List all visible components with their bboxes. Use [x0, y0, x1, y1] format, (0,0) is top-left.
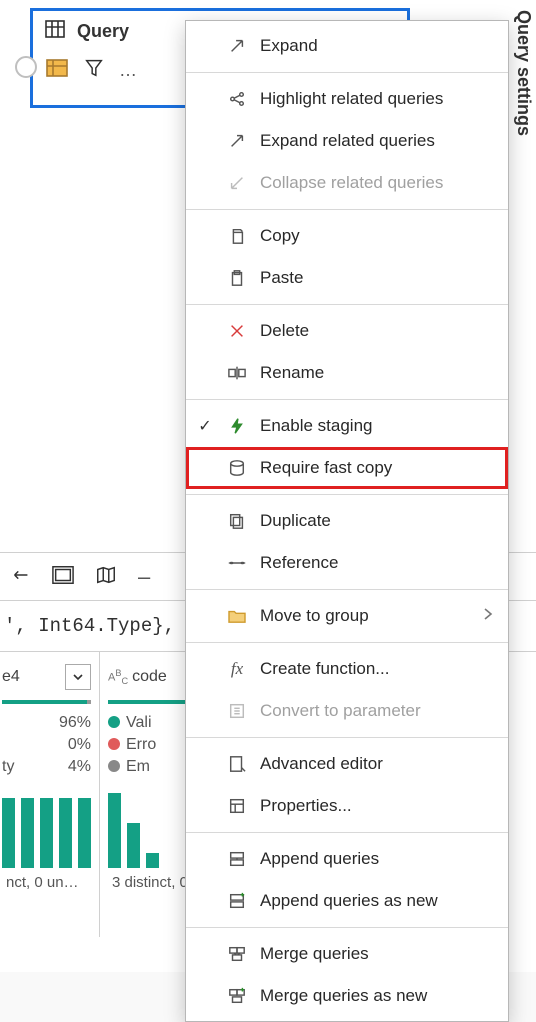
- connector-point[interactable]: [15, 56, 37, 78]
- menu-expand-related-label: Expand related queries: [260, 131, 435, 151]
- rename-icon: [226, 364, 248, 382]
- menu-advanced-editor-label: Advanced editor: [260, 754, 383, 774]
- menu-merge-queries-new[interactable]: Merge queries as new: [186, 975, 508, 1017]
- menu-paste[interactable]: Paste: [186, 257, 508, 299]
- column-header-1: e4: [2, 668, 20, 686]
- table-small-icon: [45, 58, 69, 82]
- menu-rename-label: Rename: [260, 363, 324, 383]
- append-icon: [226, 850, 248, 868]
- col1-ty-lbl: ty: [2, 758, 14, 776]
- expand-out-icon: [226, 132, 248, 150]
- menu-require-fast-copy-label: Require fast copy: [260, 458, 392, 478]
- col1-footer: nct, 0 un…: [2, 868, 91, 901]
- menu-highlight-related[interactable]: Highlight related queries: [186, 78, 508, 120]
- parameter-icon: [226, 702, 248, 720]
- query-node-more[interactable]: …: [119, 60, 137, 81]
- menu-convert-to-parameter: Convert to parameter: [186, 690, 508, 732]
- col2-valid: Vali: [126, 714, 152, 731]
- editor-icon: [226, 755, 248, 773]
- funnel-icon[interactable]: [83, 57, 105, 83]
- col1-ty-pct: 4%: [68, 758, 91, 776]
- menu-paste-label: Paste: [260, 268, 303, 288]
- menu-enable-staging-label: Enable staging: [260, 416, 372, 436]
- check-icon: ✓: [196, 416, 214, 436]
- zoom-out[interactable]: –: [138, 564, 150, 590]
- menu-collapse-related: Collapse related queries: [186, 162, 508, 204]
- database-icon: [226, 459, 248, 477]
- fit-icon[interactable]: [52, 564, 74, 590]
- menu-copy-label: Copy: [260, 226, 300, 246]
- menu-reference-label: Reference: [260, 553, 338, 573]
- map-icon[interactable]: [94, 564, 118, 590]
- menu-merge-queries-new-label: Merge queries as new: [260, 986, 427, 1006]
- merge-new-icon: [226, 987, 248, 1005]
- menu-delete[interactable]: Delete: [186, 310, 508, 352]
- menu-duplicate[interactable]: Duplicate: [186, 500, 508, 542]
- menu-collapse-related-label: Collapse related queries: [260, 173, 443, 193]
- menu-append-queries[interactable]: Append queries: [186, 838, 508, 880]
- menu-advanced-editor[interactable]: Advanced editor: [186, 743, 508, 785]
- nav-icon[interactable]: [10, 564, 32, 590]
- menu-move-to-group[interactable]: Move to group: [186, 595, 508, 637]
- menu-append-queries-new[interactable]: Append queries as new: [186, 880, 508, 922]
- menu-copy[interactable]: Copy: [186, 215, 508, 257]
- menu-highlight-related-label: Highlight related queries: [260, 89, 443, 109]
- menu-merge-queries-label: Merge queries: [260, 944, 369, 964]
- menu-expand-label: Expand: [260, 36, 318, 56]
- abc-type-icon: ABC: [108, 668, 128, 686]
- menu-append-queries-label: Append queries: [260, 849, 379, 869]
- menu-move-to-group-label: Move to group: [260, 606, 369, 626]
- menu-create-function-label: Create function...: [260, 659, 389, 679]
- delete-icon: [226, 322, 248, 340]
- menu-properties[interactable]: Properties...: [186, 785, 508, 827]
- menu-delete-label: Delete: [260, 321, 309, 341]
- menu-require-fast-copy[interactable]: Require fast copy: [186, 447, 508, 489]
- copy-icon: [226, 227, 248, 245]
- menu-enable-staging[interactable]: ✓ Enable staging: [186, 405, 508, 447]
- col1-valid-pct: 96%: [59, 714, 91, 732]
- append-new-icon: [226, 892, 248, 910]
- menu-expand-related[interactable]: Expand related queries: [186, 120, 508, 162]
- menu-properties-label: Properties...: [260, 796, 352, 816]
- col1-zero: 0%: [68, 736, 91, 754]
- column-dropdown-1[interactable]: [65, 664, 91, 690]
- collapse-icon: [226, 174, 248, 192]
- menu-rename[interactable]: Rename: [186, 352, 508, 394]
- expand-icon: [226, 37, 248, 55]
- folder-icon: [226, 608, 248, 624]
- menu-reference[interactable]: Reference: [186, 542, 508, 584]
- col2-error: Erro: [126, 736, 156, 753]
- bolt-icon: [226, 417, 248, 435]
- share-nodes-icon: [226, 90, 248, 108]
- menu-append-queries-new-label: Append queries as new: [260, 891, 438, 911]
- chevron-right-icon: [482, 606, 494, 626]
- menu-duplicate-label: Duplicate: [260, 511, 331, 531]
- duplicate-icon: [226, 512, 248, 530]
- reference-icon: [226, 555, 248, 571]
- menu-merge-queries[interactable]: Merge queries: [186, 933, 508, 975]
- table-icon: [43, 17, 67, 45]
- paste-icon: [226, 269, 248, 287]
- col2-empty: Em: [126, 758, 150, 775]
- menu-convert-to-parameter-label: Convert to parameter: [260, 701, 421, 721]
- query-node-title: Query: [77, 21, 129, 42]
- menu-expand[interactable]: Expand: [186, 25, 508, 67]
- merge-icon: [226, 945, 248, 963]
- query-settings-pane-title[interactable]: Query settings: [513, 10, 534, 136]
- context-menu: Expand Highlight related queries Expand …: [185, 20, 509, 1022]
- column-header-2: code: [132, 668, 167, 686]
- fx-icon: fx: [226, 659, 248, 679]
- menu-create-function[interactable]: fx Create function...: [186, 648, 508, 690]
- properties-icon: [226, 797, 248, 815]
